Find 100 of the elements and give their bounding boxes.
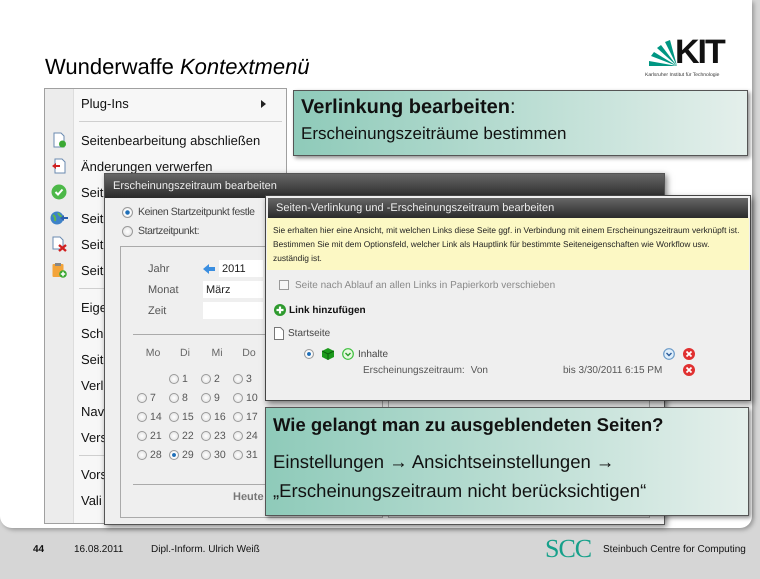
menu-item[interactable]: Seit	[81, 262, 104, 278]
day-number: 16	[214, 410, 226, 422]
day-number: 29	[182, 448, 194, 460]
menu-item[interactable]: Verl	[81, 378, 104, 392]
input-field[interactable]	[203, 302, 263, 319]
main-link-radio[interactable]	[304, 349, 314, 359]
day-radio[interactable]	[137, 392, 147, 402]
day-radio[interactable]	[169, 450, 179, 460]
day-number: 17	[246, 410, 258, 422]
day-number: 31	[246, 448, 258, 460]
callout-heading: Wie gelangt man zu ausgeblendeten Seiten?	[273, 413, 664, 437]
today-link[interactable]: Heute	[233, 491, 264, 503]
menu-item[interactable]: Seit	[81, 352, 104, 366]
info-text: Sie erhalten hier eine Ansicht, mit welchen Links diese Seite ggf. in Verbindung mit einem Erscheinungszeitraum verknüpft ist. Bestimmen Sie mit dem Optionsfeld, welcher Link als Hauptlink für bestimmte Seiteneigenschaften wie Workflow usw. zuständig ist.	[273, 225, 740, 263]
day-number: 30	[214, 448, 226, 460]
tree-item[interactable]: Startseite	[288, 328, 330, 339]
day-radio[interactable]	[201, 430, 211, 440]
menu-item[interactable]: Seit	[81, 210, 104, 226]
radio-button[interactable]	[122, 206, 133, 218]
day-radio[interactable]	[201, 392, 211, 402]
day-number: 8	[182, 392, 188, 404]
callout-text: „Erscheinungszeitraum nicht berücksichtigen“	[273, 479, 648, 503]
day-radio[interactable]	[233, 450, 243, 460]
callout-text: Einstellungen → Ansichtseinstellungen →	[273, 450, 616, 474]
day-radio[interactable]	[169, 374, 179, 384]
period-label: Erscheinungszeitraum:	[363, 364, 465, 376]
day-radio[interactable]	[201, 450, 211, 460]
period-from: Von	[470, 364, 488, 376]
menu-item[interactable]: Änderungen verwerfen	[81, 158, 213, 174]
footer-date: 16.08.2011	[74, 544, 124, 555]
delete-icon[interactable]	[683, 364, 695, 376]
menu-item[interactable]: Sch	[81, 326, 104, 340]
day-number: 23	[214, 430, 226, 442]
plus-circle-icon	[274, 304, 286, 316]
menu-item[interactable]: Seit	[81, 184, 104, 200]
day-radio[interactable]	[233, 412, 243, 422]
dialog-title: Seiten-Verlinkung und -Erscheinungszeitraum bearbeiten	[276, 202, 554, 214]
doc-arrow-icon	[51, 158, 67, 174]
slide-title: Wunderwaffe Kontextmenü	[45, 54, 310, 80]
day-radio[interactable]	[137, 430, 147, 440]
callout-heading: Verlinkung bearbeiten:	[301, 95, 517, 120]
footer-organisation: Steinbuch Centre for Computing	[603, 544, 746, 555]
cube-icon	[322, 348, 334, 360]
day-radio[interactable]	[169, 430, 179, 440]
day-number: 10	[246, 392, 258, 404]
day-number: 21	[150, 430, 162, 442]
clipboard-plus-icon	[51, 262, 67, 278]
radio-button[interactable]	[122, 226, 133, 236]
footer-author: Dipl.-Inform. Ulrich Weiß	[151, 544, 260, 555]
weekday-label: Mi	[210, 347, 224, 361]
field-label: Jahr	[148, 262, 170, 274]
weekday-label: Di	[179, 347, 191, 361]
field-label: Monat	[148, 284, 180, 296]
day-number: 3	[246, 372, 252, 384]
globe-arrow-icon	[50, 210, 68, 226]
day-number: 28	[150, 448, 162, 460]
day-radio[interactable]	[137, 412, 147, 422]
day-number: 22	[182, 430, 194, 442]
day-radio[interactable]	[233, 430, 243, 440]
doc-check-icon	[51, 132, 67, 148]
input-field[interactable]: 2011	[219, 260, 263, 277]
add-link[interactable]: Link hinzufügen	[289, 304, 366, 316]
day-number: 2	[214, 372, 220, 384]
weekday-label: Mo	[144, 347, 162, 361]
day-number: 14	[150, 410, 162, 422]
input-field[interactable]: März	[203, 281, 263, 298]
radio-label: Keinen Startzeitpunkt festle	[138, 206, 255, 218]
day-number: 7	[150, 392, 156, 404]
day-radio[interactable]	[201, 412, 211, 422]
radio-label: Startzeitpunkt:	[138, 225, 200, 237]
chevron-circle-icon[interactable]	[663, 348, 675, 360]
menu-item[interactable]: Vali	[81, 492, 102, 508]
day-number: 9	[214, 392, 220, 404]
day-radio[interactable]	[233, 374, 243, 384]
dialog-title: Erscheinungszeitraum bearbeiten	[113, 180, 277, 192]
menu-item[interactable]: Plug-Ins	[81, 96, 129, 110]
chevron-circle-icon[interactable]	[342, 348, 354, 360]
period-to: bis 3/30/2011 6:15 PM	[562, 364, 662, 376]
day-radio[interactable]	[169, 392, 179, 402]
submenu-arrow-icon	[261, 100, 266, 108]
day-radio[interactable]	[169, 412, 179, 422]
day-radio[interactable]	[137, 450, 147, 460]
menu-item[interactable]: Seitenbearbeitung abschließen	[81, 132, 260, 148]
left-arrow-icon[interactable]	[203, 264, 215, 274]
delete-icon[interactable]	[683, 348, 695, 360]
checkbox-label: Seite nach Ablauf an allen Links in Papierkorb verschieben	[295, 280, 556, 290]
logo-wordmark: KIT	[675, 33, 724, 71]
tree-item[interactable]: Inhalte	[358, 348, 388, 360]
day-radio[interactable]	[201, 374, 211, 384]
day-radio[interactable]	[233, 392, 243, 402]
page-icon	[274, 327, 284, 340]
scc-logo: SCC	[545, 534, 592, 564]
doc-cross-icon	[51, 236, 67, 252]
menu-item[interactable]: Seit	[81, 236, 104, 252]
day-number: 15	[182, 410, 194, 422]
day-number: 1	[182, 372, 188, 384]
page-number: 44	[33, 544, 44, 555]
weekday-label: Do	[241, 347, 257, 361]
day-number: 24	[246, 430, 258, 442]
fan-logo-icon	[647, 40, 677, 66]
